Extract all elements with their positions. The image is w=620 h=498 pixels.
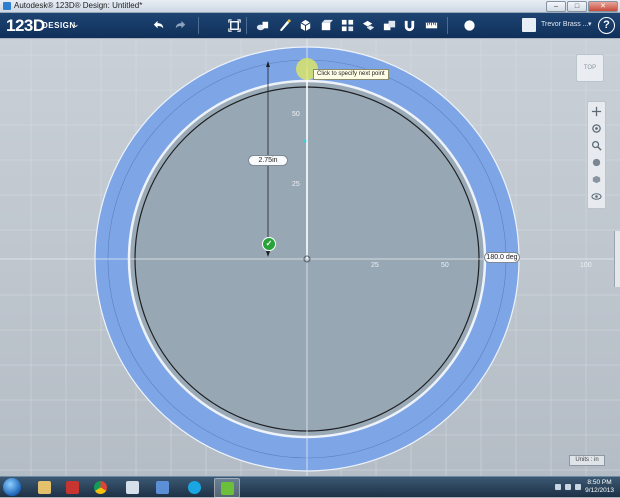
undo-icon[interactable] xyxy=(150,17,167,34)
toolbar-divider xyxy=(246,17,247,34)
network-icon[interactable] xyxy=(565,484,572,490)
clock[interactable]: 8:50 PM 9/12/2013 xyxy=(585,479,614,495)
confirm-button[interactable]: ✓ xyxy=(262,237,276,251)
combine-icon[interactable] xyxy=(381,17,398,34)
remote-desktop-icon[interactable] xyxy=(120,478,144,496)
pan-icon[interactable] xyxy=(590,105,603,118)
skype-icon[interactable] xyxy=(182,478,206,496)
orbit-icon[interactable] xyxy=(590,122,603,135)
taskbar: 8:50 PM 9/12/2013 xyxy=(0,476,620,498)
measure-icon[interactable] xyxy=(423,17,440,34)
design-canvas[interactable]: 50 25 25 50 100 Click to specify next po… xyxy=(0,39,620,476)
tray-arrow-icon[interactable] xyxy=(555,484,562,490)
window-titlebar: Autodesk® 123D® Design: Untitled* – □ ✕ xyxy=(0,0,620,13)
zoom-icon[interactable] xyxy=(590,139,603,152)
solidworks-icon[interactable] xyxy=(60,478,84,496)
app-icon xyxy=(3,2,11,10)
clock-time: 8:50 PM xyxy=(587,479,612,486)
snap-icon[interactable] xyxy=(401,17,418,34)
view-mode-icon[interactable] xyxy=(590,173,603,186)
fit-icon[interactable] xyxy=(590,156,603,169)
redo-icon[interactable] xyxy=(172,17,189,34)
sketch-scene[interactable]: 50 25 25 50 100 xyxy=(0,39,620,476)
modify-icon[interactable] xyxy=(318,17,335,34)
app-logo-sub[interactable]: DESIGN xyxy=(42,20,76,32)
tick-label-y-50: 50 xyxy=(292,111,300,118)
123d-design-icon[interactable] xyxy=(214,478,240,498)
window-controls: – □ ✕ xyxy=(546,1,618,12)
tick-label-x-50: 50 xyxy=(441,262,449,269)
clock-date: 9/12/2013 xyxy=(585,487,614,494)
close-button[interactable]: ✕ xyxy=(588,1,618,12)
app-logo[interactable]: 123D xyxy=(6,15,45,37)
navigation-bar xyxy=(587,101,606,209)
construct-icon[interactable] xyxy=(297,17,314,34)
window-title: Autodesk® 123D® Design: Untitled* xyxy=(14,1,143,10)
units-indicator[interactable]: Units : in xyxy=(569,455,605,466)
minimize-button[interactable]: – xyxy=(546,1,566,12)
toolbar-divider xyxy=(198,17,199,34)
tick-label-x-25: 25 xyxy=(371,262,379,269)
length-input[interactable]: 2.75in xyxy=(248,155,288,166)
notepad-icon[interactable] xyxy=(150,478,174,496)
fit-view-icon[interactable] xyxy=(226,17,243,34)
maximize-button[interactable]: □ xyxy=(567,1,587,12)
view-cube[interactable]: TOP xyxy=(576,54,604,82)
volume-icon[interactable] xyxy=(575,484,582,490)
tick-label-y-25: 25 xyxy=(292,181,300,188)
group-icon[interactable] xyxy=(360,17,377,34)
avatar xyxy=(522,18,536,32)
visibility-icon[interactable] xyxy=(590,190,603,203)
start-button[interactable] xyxy=(3,478,21,496)
tick-label-x-100: 100 xyxy=(580,262,592,269)
user-name: Trevor Brass ... xyxy=(541,21,589,28)
sketch-icon[interactable] xyxy=(276,17,293,34)
side-panel-handle[interactable] xyxy=(614,231,620,287)
angle-input[interactable]: 180.0 deg xyxy=(484,252,520,263)
chevron-down-icon: ▾ xyxy=(588,21,592,28)
file-explorer-icon[interactable] xyxy=(32,478,56,496)
material-icon[interactable] xyxy=(461,17,478,34)
toolbar-divider xyxy=(447,17,448,34)
chrome-icon[interactable] xyxy=(88,478,112,496)
primitives-icon[interactable] xyxy=(254,17,271,34)
user-menu[interactable]: Trevor Brass ... ▾ xyxy=(522,17,594,33)
snap-marker xyxy=(303,139,307,143)
pattern-icon[interactable] xyxy=(339,17,356,34)
app-menu-chevron-icon[interactable]: ⌄ xyxy=(72,19,80,30)
help-button[interactable]: ? xyxy=(598,17,615,34)
system-tray: 8:50 PM 9/12/2013 xyxy=(555,477,614,497)
app-toolbar: 123D DESIGN ⌄ Trevor Brass ... ▾ ? xyxy=(0,13,620,38)
tooltip: Click to specify next point xyxy=(313,69,389,80)
